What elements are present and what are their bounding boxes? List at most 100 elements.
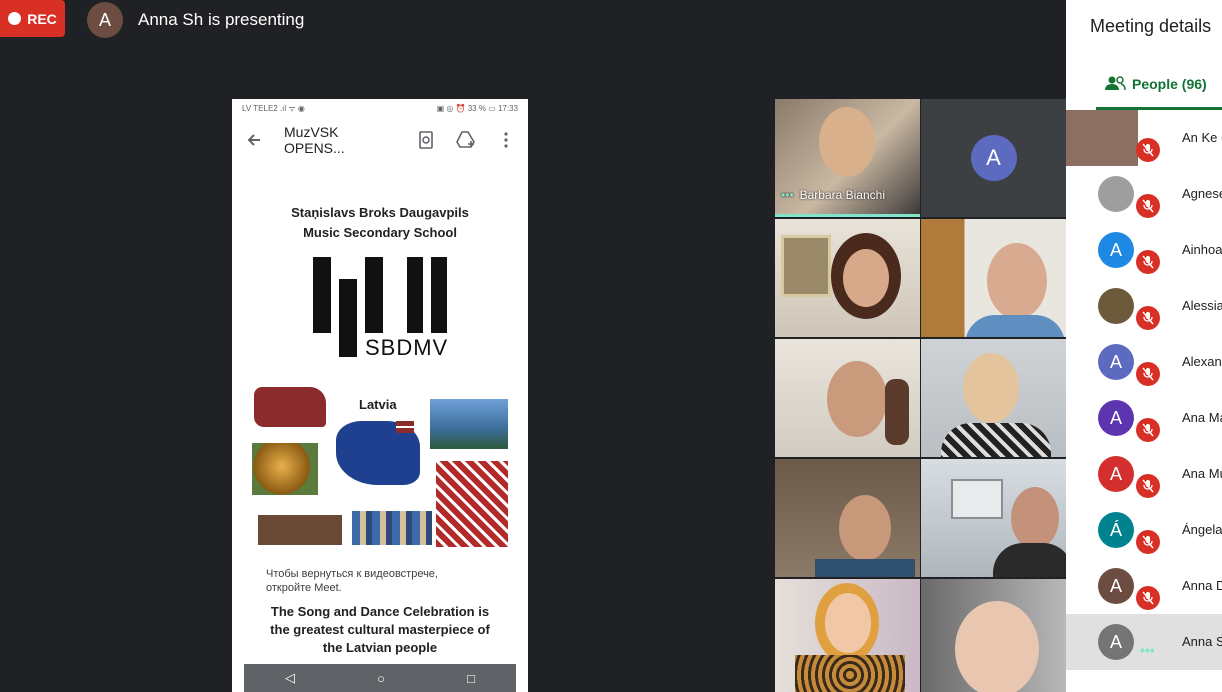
- status-right: ▣ ◎ ⏰ 33 % ▭ 17:33: [436, 103, 518, 113]
- nav-home-icon[interactable]: ○: [377, 671, 385, 686]
- participant-face: [963, 353, 1019, 423]
- participant-name: Ainhoa: [1182, 242, 1222, 257]
- back-arrow-icon[interactable]: [244, 130, 264, 150]
- meeting-details-panel: Meeting details People (96) An Ke ( Agnes…: [1066, 0, 1222, 692]
- participant-avatar: Á: [1098, 512, 1134, 548]
- participant-row[interactable]: A Alexan: [1066, 334, 1222, 390]
- participant-shirt: [815, 559, 915, 577]
- mic-off-icon: [1136, 474, 1160, 498]
- participant-row[interactable]: A ••• Anna S: [1066, 614, 1222, 670]
- participant-avatar: A: [1098, 456, 1134, 492]
- participant-tile[interactable]: [775, 579, 920, 692]
- amber-photo: [252, 443, 318, 495]
- latvia-collage: Latvia: [232, 387, 528, 567]
- nav-back-icon[interactable]: ◁: [285, 670, 295, 686]
- guitar-image: [885, 379, 909, 445]
- participant-shirt: [941, 423, 1051, 457]
- participant-name: Alessia: [1182, 298, 1222, 313]
- participant-face: [839, 495, 891, 561]
- mic-off-icon: [1136, 586, 1160, 610]
- logo-text: SBDMV: [365, 335, 449, 360]
- mic-off-icon: [1136, 362, 1160, 386]
- participant-avatar: A: [1098, 232, 1134, 268]
- participant-tile[interactable]: [775, 219, 920, 337]
- participant-row[interactable]: An Ke (: [1066, 110, 1222, 166]
- participant-face: [1011, 487, 1059, 549]
- school-name: Staņislavs Broks Daugavpils Music Second…: [291, 205, 469, 240]
- participant-row[interactable]: A Ainhoa: [1066, 222, 1222, 278]
- tab-people[interactable]: People (96): [1066, 58, 1222, 110]
- printer-image: [951, 479, 1003, 519]
- drive-app-bar: MuzVSK OPENS...: [232, 117, 528, 163]
- status-left: LV TELE2 .ıl ᯤ ◉: [242, 103, 305, 113]
- participant-avatar: A: [1098, 568, 1134, 604]
- latvia-map-image: [254, 387, 326, 427]
- shared-screen: LV TELE2 .ıl ᯤ ◉ ▣ ◎ ⏰ 33 % ▭ 17:33 MuzV…: [232, 99, 528, 692]
- panel-title: Meeting details: [1090, 16, 1212, 36]
- find-in-document-icon[interactable]: [416, 130, 436, 150]
- participant-tile[interactable]: [921, 219, 1066, 337]
- participant-avatar: A: [1098, 624, 1134, 660]
- mic-off-icon: [1136, 250, 1160, 274]
- presenting-text: Anna Sh is presenting: [138, 10, 305, 29]
- mic-off-icon: [1136, 530, 1160, 554]
- participant-name: Anna S: [1182, 634, 1222, 649]
- participant-name: Agnese: [1182, 186, 1222, 201]
- participant-name: Ana Mu: [1182, 466, 1222, 481]
- record-dot-icon: [8, 12, 22, 25]
- more-options-icon[interactable]: [496, 130, 516, 150]
- participant-avatar: A: [1098, 344, 1134, 380]
- participant-row[interactable]: A Ana Mu: [1066, 446, 1222, 502]
- nav-recents-icon[interactable]: □: [467, 671, 475, 686]
- song-celebration-text: The Song and Dance Celebration is the gr…: [270, 604, 490, 655]
- participant-avatar: A: [970, 135, 1017, 181]
- participant-row[interactable]: A Anna D: [1066, 558, 1222, 614]
- participant-name: An Ke (: [1182, 130, 1222, 145]
- wall-painting: [781, 235, 831, 297]
- school-logo: SBDMV: [305, 257, 455, 367]
- participant-avatar: [1098, 176, 1134, 212]
- participant-row[interactable]: Agnese: [1066, 166, 1222, 222]
- participant-name: Alexan: [1182, 354, 1222, 369]
- participant-face: [843, 249, 889, 307]
- participant-row[interactable]: Á Ángela: [1066, 502, 1222, 558]
- participant-row[interactable]: A Ana Ma: [1066, 390, 1222, 446]
- meet-return-hint: Чтобы вернуться к видеовстрече, откройте…: [266, 568, 438, 594]
- participant-tile[interactable]: [921, 339, 1066, 457]
- presenter-banner: A Anna Sh is presenting: [87, 2, 304, 38]
- participant-face: [827, 361, 887, 437]
- participant-shirt: [795, 655, 905, 692]
- participant-tile[interactable]: [921, 579, 1066, 692]
- participant-tile-avatar[interactable]: A: [921, 99, 1066, 217]
- rec-label: REC: [27, 10, 57, 27]
- participant-face: [955, 601, 1039, 692]
- latvian-flag: [396, 421, 414, 433]
- people-icon: [1104, 75, 1126, 94]
- participant-tile[interactable]: [775, 339, 920, 457]
- participant-face: [825, 593, 871, 653]
- bread-photo: [258, 515, 342, 545]
- document-title: MuzVSK OPENS...: [284, 124, 345, 156]
- participant-tile[interactable]: [921, 459, 1066, 577]
- participant-face: [819, 107, 875, 177]
- mittens-photo: [352, 511, 432, 545]
- participant-label: ••• Barbara Bianchi: [781, 188, 885, 202]
- participant-face: [987, 243, 1047, 319]
- ornament-pattern: [436, 461, 508, 547]
- lake-photo: [430, 399, 508, 449]
- participant-tile-barbara[interactable]: ••• Barbara Bianchi: [775, 99, 920, 217]
- participant-name: Ana Ma: [1182, 410, 1222, 425]
- participant-tile[interactable]: [775, 459, 920, 577]
- participant-avatar: [1098, 288, 1134, 324]
- phone-status-bar: LV TELE2 .ıl ᯤ ◉ ▣ ◎ ⏰ 33 % ▭ 17:33: [232, 99, 528, 117]
- android-nav-bar: ◁ ○ □: [244, 664, 516, 692]
- participant-avatar: A: [1098, 400, 1134, 436]
- mic-off-icon: [1136, 194, 1160, 218]
- people-tab-label: People (96): [1132, 76, 1207, 92]
- participant-name: Ángela: [1182, 522, 1222, 537]
- add-to-drive-icon[interactable]: [456, 130, 476, 150]
- participant-name: Barbara Bianchi: [799, 188, 885, 202]
- mic-off-icon: [1136, 418, 1160, 442]
- participant-row[interactable]: Alessia: [1066, 278, 1222, 334]
- speaking-dots-icon: •••: [1140, 642, 1155, 658]
